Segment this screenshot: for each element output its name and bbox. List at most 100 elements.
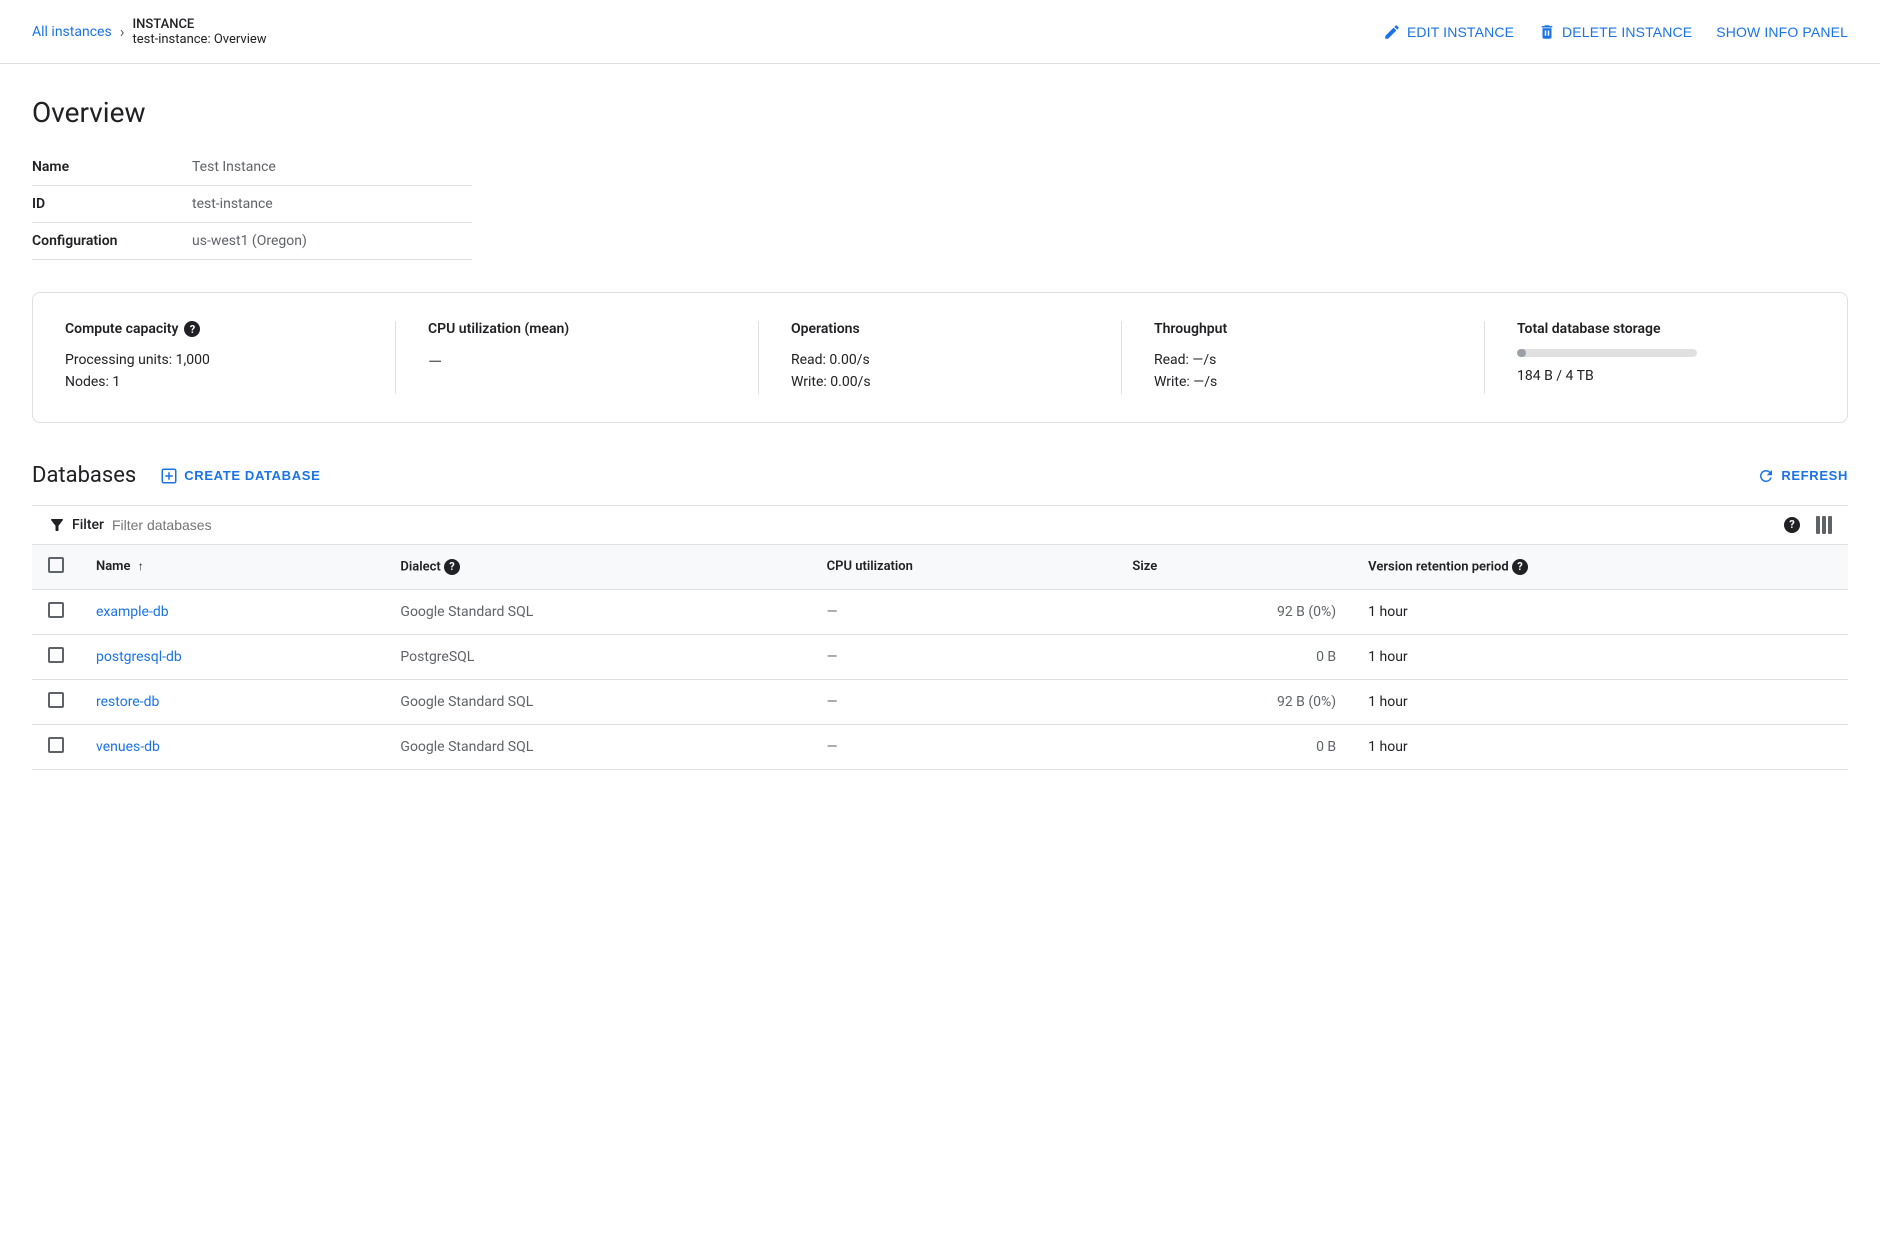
edit-instance-button[interactable]: EDIT INSTANCE (1383, 19, 1514, 45)
delete-icon (1538, 23, 1556, 41)
breadcrumb-chevron: › (120, 22, 125, 41)
name-column-header[interactable]: Name ↑ (80, 545, 384, 590)
overview-row: IDtest-instance (32, 186, 472, 223)
select-all-header[interactable] (32, 545, 80, 590)
table-help-icon[interactable]: ? (1784, 517, 1800, 533)
all-instances-link[interactable]: All instances (32, 24, 112, 40)
db-size-cell: 0 B (1116, 724, 1352, 769)
main-content: Overview NameTest InstanceIDtest-instanc… (0, 64, 1880, 802)
show-info-panel-button[interactable]: SHOW INFO PANEL (1716, 20, 1848, 44)
db-dialect-cell: Google Standard SQL (384, 589, 810, 634)
overview-field-label: ID (32, 186, 192, 223)
cpu-utilization-value: — (428, 349, 726, 378)
overview-row: Configurationus-west1 (Oregon) (32, 223, 472, 260)
throughput-label: Throughput (1154, 321, 1452, 337)
db-dialect-cell: PostgreSQL (384, 634, 810, 679)
columns-toggle-button[interactable] (1816, 516, 1832, 534)
metric-cpu-utilization: CPU utilization (mean) — (428, 321, 759, 394)
overview-title: Overview (32, 96, 1848, 129)
filter-input[interactable] (112, 517, 412, 533)
db-name-cell: restore-db (80, 679, 384, 724)
filter-bar: Filter ? (32, 505, 1848, 545)
header: All instances › INSTANCE test-instance: … (0, 0, 1880, 64)
metric-compute-capacity: Compute capacity ? Processing units: 1,0… (65, 321, 396, 394)
row-checkbox-cell (32, 724, 80, 769)
db-cpu-cell: — (811, 634, 1117, 679)
refresh-button[interactable]: REFRESH (1757, 467, 1848, 485)
select-all-checkbox[interactable] (48, 557, 64, 573)
db-name-link[interactable]: restore-db (96, 694, 159, 710)
filter-left: Filter (48, 516, 412, 534)
filter-label: Filter (48, 516, 104, 534)
databases-title: Databases (32, 463, 136, 488)
db-name-cell: postgresql-db (80, 634, 384, 679)
create-database-button[interactable]: CREATE DATABASE (152, 463, 328, 489)
retention-column-header[interactable]: Version retention period ? (1352, 545, 1848, 590)
db-name-link[interactable]: example-db (96, 604, 169, 620)
overview-table: NameTest InstanceIDtest-instanceConfigur… (32, 149, 472, 260)
operations-value: Read: 0.00/s Write: 0.00/s (791, 349, 1089, 394)
compute-capacity-label: Compute capacity ? (65, 321, 363, 337)
db-name-cell: venues-db (80, 724, 384, 769)
db-dialect-cell: Google Standard SQL (384, 724, 810, 769)
db-name-cell: example-db (80, 589, 384, 634)
breadcrumb: All instances › INSTANCE test-instance: … (32, 17, 267, 47)
db-name-link[interactable]: venues-db (96, 739, 160, 755)
filter-right: ? (1784, 516, 1832, 534)
name-sort-arrow: ↑ (138, 559, 144, 573)
instance-sub: test-instance: Overview (133, 32, 267, 47)
cpu-utilization-label: CPU utilization (mean) (428, 321, 726, 337)
row-checkbox-cell (32, 634, 80, 679)
table-header: Name ↑ Dialect ? CPU utilization Size Ve… (32, 545, 1848, 590)
database-table-body: example-db Google Standard SQL — 92 B (0… (32, 589, 1848, 769)
dialect-help-icon[interactable]: ? (444, 559, 460, 575)
db-retention-cell: 1 hour (1352, 724, 1848, 769)
db-name-link[interactable]: postgresql-db (96, 649, 182, 665)
row-checkbox[interactable] (48, 647, 64, 663)
overview-field-label: Name (32, 149, 192, 186)
db-size-cell: 0 B (1116, 634, 1352, 679)
retention-help-icon[interactable]: ? (1512, 559, 1528, 575)
db-retention-cell: 1 hour (1352, 634, 1848, 679)
delete-instance-button[interactable]: DELETE INSTANCE (1538, 19, 1692, 45)
overview-field-label: Configuration (32, 223, 192, 260)
overview-row: NameTest Instance (32, 149, 472, 186)
overview-field-value: Test Instance (192, 149, 472, 186)
filter-icon (48, 516, 66, 534)
storage-bar-fill (1517, 349, 1526, 357)
overview-field-value: test-instance (192, 186, 472, 223)
row-checkbox[interactable] (48, 737, 64, 753)
edit-icon (1383, 23, 1401, 41)
row-checkbox[interactable] (48, 692, 64, 708)
db-cpu-cell: — (811, 679, 1117, 724)
db-cpu-cell: — (811, 724, 1117, 769)
operations-label: Operations (791, 321, 1089, 337)
metric-storage: Total database storage 184 B / 4 TB (1517, 321, 1815, 394)
db-size-cell: 92 B (0%) (1116, 589, 1352, 634)
databases-left: Databases CREATE DATABASE (32, 463, 328, 489)
db-retention-cell: 1 hour (1352, 589, 1848, 634)
db-size-cell: 92 B (0%) (1116, 679, 1352, 724)
instance-label: INSTANCE (133, 17, 267, 32)
metric-operations: Operations Read: 0.00/s Write: 0.00/s (791, 321, 1122, 394)
row-checkbox-cell (32, 589, 80, 634)
refresh-icon (1757, 467, 1775, 485)
instance-title: INSTANCE test-instance: Overview (133, 17, 267, 47)
row-checkbox[interactable] (48, 602, 64, 618)
metrics-card: Compute capacity ? Processing units: 1,0… (32, 292, 1848, 423)
compute-capacity-value: Processing units: 1,000Nodes: 1 (65, 349, 363, 394)
table-row: postgresql-db PostgreSQL — 0 B 1 hour (32, 634, 1848, 679)
storage-label: Total database storage (1517, 321, 1815, 337)
db-dialect-cell: Google Standard SQL (384, 679, 810, 724)
compute-help-icon[interactable]: ? (184, 321, 200, 337)
create-db-icon (160, 467, 178, 485)
databases-table: Name ↑ Dialect ? CPU utilization Size Ve… (32, 545, 1848, 770)
table-row: venues-db Google Standard SQL — 0 B 1 ho… (32, 724, 1848, 769)
storage-bar (1517, 349, 1697, 357)
throughput-value: Read: —/s Write: —/s (1154, 349, 1452, 394)
dialect-column-header[interactable]: Dialect ? (384, 545, 810, 590)
cpu-column-header[interactable]: CPU utilization (811, 545, 1117, 590)
db-cpu-cell: — (811, 589, 1117, 634)
size-column-header[interactable]: Size (1116, 545, 1352, 590)
db-retention-cell: 1 hour (1352, 679, 1848, 724)
